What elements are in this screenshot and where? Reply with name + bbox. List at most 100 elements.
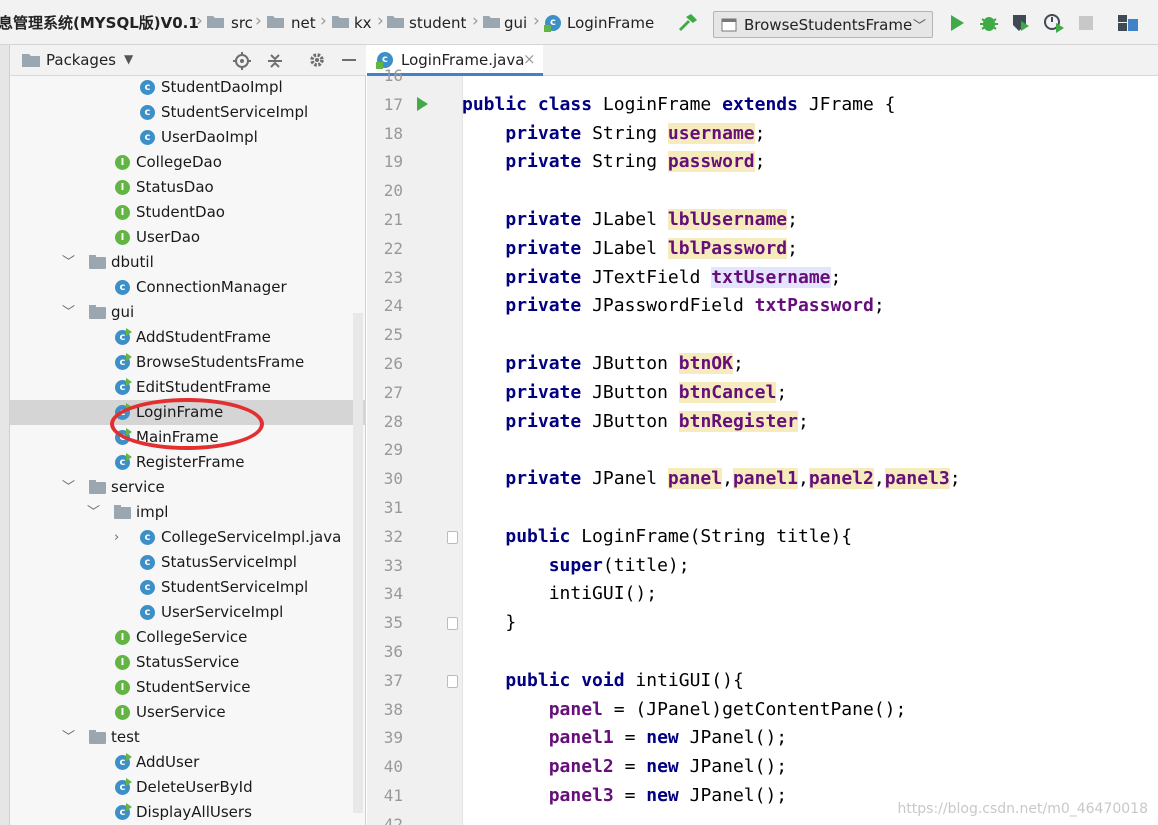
tree-item[interactable]: c AddUser xyxy=(10,750,366,775)
breadcrumb-student[interactable]: student xyxy=(409,13,466,33)
code-line[interactable]: 26 private JButton btnOK; xyxy=(367,350,1158,379)
tree-item[interactable]: ﹀ gui xyxy=(10,300,366,325)
fold-marker-icon[interactable] xyxy=(447,674,458,688)
breadcrumb-kx[interactable]: kx xyxy=(354,13,372,33)
code-line[interactable]: 27 private JButton btnCancel; xyxy=(367,379,1158,408)
tree-item[interactable]: I UserDao xyxy=(10,225,366,250)
build-hammer-icon[interactable] xyxy=(677,13,699,33)
code-line[interactable]: 38 panel = (JPanel)getContentPane(); xyxy=(367,696,1158,725)
chevron-down-icon[interactable]: ﹀ xyxy=(87,503,100,522)
code-editor[interactable]: c LoginFrame.java × 16 17 public class Log… xyxy=(367,45,1158,825)
code-line[interactable]: 34 intiGUI(); xyxy=(367,580,1158,609)
tree-item[interactable]: c EditStudentFrame xyxy=(10,375,366,400)
code-line[interactable]: 35 } xyxy=(367,609,1158,638)
chevron-down-icon[interactable]: ﹀ xyxy=(62,253,75,272)
code-token: ; xyxy=(873,295,885,317)
locate-icon[interactable] xyxy=(233,52,251,70)
debug-icon[interactable] xyxy=(979,13,999,33)
tree-item[interactable]: c StudentDaoImpl xyxy=(10,75,366,100)
tree-item[interactable]: c MainFrame xyxy=(10,425,366,450)
coverage-icon[interactable] xyxy=(1011,13,1031,33)
code-line[interactable]: 20 xyxy=(367,177,1158,206)
breadcrumb-project[interactable]: 息管理系统(MYSQL版)V0.1 xyxy=(0,13,199,33)
code-line[interactable]: 22 private JLabel lblPassword; xyxy=(367,235,1158,264)
breadcrumb-src[interactable]: src xyxy=(231,13,253,33)
caret-down-icon[interactable]: ▼ xyxy=(124,52,133,66)
tree-item[interactable]: I StudentDao xyxy=(10,200,366,225)
tree-item[interactable]: I StatusDao xyxy=(10,175,366,200)
code-line[interactable]: 37 public void intiGUI(){ xyxy=(367,667,1158,696)
line-number: 33 xyxy=(383,555,403,575)
chevron-down-icon[interactable]: ﹀ xyxy=(62,478,75,497)
stop-icon[interactable] xyxy=(1079,16,1093,30)
tree-item[interactable]: ﹀ service xyxy=(10,475,366,500)
tree-item[interactable]: I StatusService xyxy=(10,650,366,675)
tree-item[interactable]: c UserDaoImpl xyxy=(10,125,366,150)
code-line[interactable]: 40 panel2 = new JPanel(); xyxy=(367,753,1158,782)
run-configuration-select[interactable]: BrowseStudentsFrame ﹀ xyxy=(713,11,933,38)
code-line[interactable]: 32 public LoginFrame(String title){ xyxy=(367,523,1158,552)
code-line[interactable]: 36 xyxy=(367,638,1158,667)
code-line[interactable]: 23 private JTextField txtUsername; xyxy=(367,264,1158,293)
breadcrumb-separator: › xyxy=(320,11,327,31)
code-line[interactable]: 28 private JButton btnRegister; xyxy=(367,408,1158,437)
tree-item[interactable]: c DeleteUserById xyxy=(10,775,366,800)
code-line[interactable]: 19 private String password; xyxy=(367,148,1158,177)
tree-item[interactable]: c BrowseStudentsFrame xyxy=(10,350,366,375)
code-text: panel2 = new JPanel(); xyxy=(462,755,787,779)
code-line[interactable]: 18 private String username; xyxy=(367,120,1158,149)
tree-item-label: StudentDaoImpl xyxy=(161,78,283,96)
chevron-down-icon[interactable]: ﹀ xyxy=(62,728,75,747)
profile-icon[interactable] xyxy=(1043,13,1065,33)
run-gutter-icon[interactable] xyxy=(417,96,428,111)
tree-item[interactable]: I CollegeService xyxy=(10,625,366,650)
code-line[interactable]: 29 xyxy=(367,436,1158,465)
run-icon[interactable] xyxy=(949,14,965,32)
tree-item[interactable]: c StudentServiceImpl xyxy=(10,575,366,600)
tree-item[interactable]: c DisplayAllUsers xyxy=(10,800,366,825)
code-line[interactable]: 24 private JPasswordField txtPassword; xyxy=(367,292,1158,321)
code-line[interactable]: 25 xyxy=(367,321,1158,350)
tree-item-label: service xyxy=(111,478,165,496)
tree-item[interactable]: c AddStudentFrame xyxy=(10,325,366,350)
tree-item[interactable]: c StatusServiceImpl xyxy=(10,550,366,575)
breadcrumb-separator: › xyxy=(255,11,262,31)
project-scrollbar[interactable] xyxy=(353,313,363,813)
tree-item[interactable]: ﹀ test xyxy=(10,725,366,750)
breadcrumb-net[interactable]: net xyxy=(291,13,316,33)
code-line[interactable]: 31 xyxy=(367,494,1158,523)
tree-item[interactable]: › c CollegeServiceImpl.java xyxy=(10,525,366,550)
collapse-all-icon[interactable] xyxy=(266,52,284,70)
code-line[interactable]: 39 panel1 = new JPanel(); xyxy=(367,724,1158,753)
gear-icon[interactable] xyxy=(308,51,326,69)
packages-view-label[interactable]: Packages xyxy=(46,51,116,69)
tree-item[interactable]: I StudentService xyxy=(10,675,366,700)
minimize-icon[interactable] xyxy=(342,59,356,61)
code-line[interactable]: 33 super(title); xyxy=(367,552,1158,581)
tree-item[interactable]: I CollegeDao xyxy=(10,150,366,175)
tree-item[interactable]: c RegisterFrame xyxy=(10,450,366,475)
tree-item[interactable]: c UserServiceImpl xyxy=(10,600,366,625)
chevron-down-icon[interactable]: ﹀ xyxy=(62,303,75,322)
code-line[interactable]: 17 public class LoginFrame extends JFrame… xyxy=(367,91,1158,120)
code-text: intiGUI(); xyxy=(462,582,657,606)
code-text: } xyxy=(462,611,516,635)
chevron-right-icon[interactable]: › xyxy=(114,528,119,547)
code-line[interactable]: 21 private JLabel lblUsername; xyxy=(367,206,1158,235)
code-line[interactable]: 30 private JPanel panel,panel1,panel2,pa… xyxy=(367,465,1158,494)
tree-item-selected[interactable]: c LoginFrame xyxy=(10,400,366,425)
tree-item[interactable]: ﹀ dbutil xyxy=(10,250,366,275)
tree-item[interactable]: c StudentServiceImpl xyxy=(10,100,366,125)
tree-item[interactable]: c ConnectionManager xyxy=(10,275,366,300)
fold-marker-icon[interactable] xyxy=(447,530,458,544)
breadcrumb-loginframe[interactable]: LoginFrame xyxy=(567,13,654,33)
code-line[interactable]: 16 xyxy=(367,62,1158,91)
breadcrumb-gui[interactable]: gui xyxy=(504,13,527,33)
tree-item[interactable]: ﹀ impl xyxy=(10,500,366,525)
fold-marker-icon[interactable] xyxy=(447,617,458,631)
keyword: private xyxy=(505,295,593,317)
tree-item[interactable]: I UserService xyxy=(10,700,366,725)
project-structure-icon[interactable] xyxy=(1117,14,1139,32)
tree-item-label: LoginFrame xyxy=(136,403,224,421)
